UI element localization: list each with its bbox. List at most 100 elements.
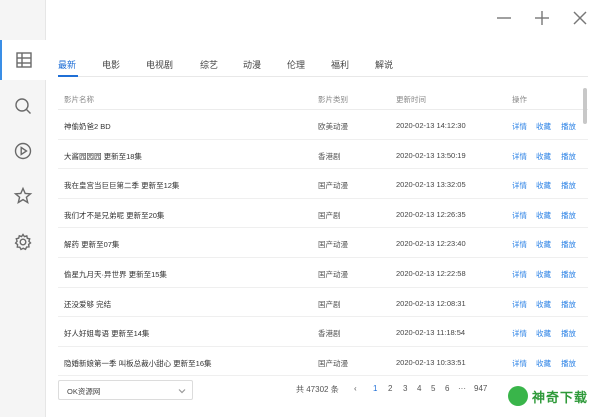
logo-mark xyxy=(508,386,528,406)
favorite-link[interactable]: 收藏 xyxy=(536,299,551,310)
header-action: 操作 xyxy=(512,95,527,104)
sidebar-item-list[interactable] xyxy=(0,40,46,80)
table-row[interactable]: 大酱园园园 更新至18集 香港剧 2020-02-13 13:50:19 详情 收藏 播放 xyxy=(58,140,588,170)
tab-latest[interactable]: 最新 xyxy=(58,58,76,71)
source-select-value: OK资源网 xyxy=(67,387,101,396)
video-updated-time: 2020-02-13 13:32:05 xyxy=(396,180,466,190)
video-table: 影片名称 影片类别 更新时间 操作 神偷奶爸2 BD 欧美动漫 2020-02-13… xyxy=(58,88,588,377)
video-title: 我们才不是兄弟呢 更新至20集 xyxy=(64,210,165,220)
video-title: 隐婚新娘第一季 叫板总裁小甜心 更新至16集 xyxy=(64,358,212,368)
favorite-link[interactable]: 收藏 xyxy=(536,269,551,280)
sidebar-item-settings[interactable] xyxy=(0,222,46,262)
detail-link[interactable]: 详情 xyxy=(512,328,527,339)
video-category: 国产剧 xyxy=(318,210,341,220)
detail-link[interactable]: 详情 xyxy=(512,358,527,369)
favorite-link[interactable]: 收藏 xyxy=(536,210,551,221)
table-row[interactable]: 好人好姐粤语 更新至14集 香港剧 2020-02-13 11:18:54 详情 收藏播… xyxy=(58,317,588,347)
sidebar-item-favorites[interactable] xyxy=(0,176,46,216)
header-name: 影片名称 xyxy=(64,95,94,104)
video-category: 国产动漫 xyxy=(318,181,348,191)
detail-link[interactable]: 详情 xyxy=(512,239,527,250)
table-row[interactable]: 神偷奶爸2 BD 欧美动漫 2020-02-13 14:12:30 详情 收藏 播放 xyxy=(58,110,588,140)
play-link[interactable]: 播放 xyxy=(561,358,576,369)
header-time: 更新时间 xyxy=(396,95,426,104)
search-icon xyxy=(15,98,31,114)
table-row[interactable]: 我在皇宫当巨巨第二季 更新至12集 国产动漫 2020-02-13 13:32:05… xyxy=(58,169,588,199)
video-category: 国产动漫 xyxy=(318,240,348,250)
sidebar-item-play[interactable] xyxy=(0,131,46,171)
video-title: 大酱园园园 更新至18集 xyxy=(64,151,142,161)
pagination-page-3[interactable]: 3 xyxy=(403,384,407,393)
tab-tv-series[interactable]: 电视剧 xyxy=(146,58,173,71)
scrollbar[interactable] xyxy=(583,88,587,358)
play-link[interactable]: 播放 xyxy=(561,299,576,310)
tab-welfare[interactable]: 福利 xyxy=(331,58,349,71)
video-category: 香港剧 xyxy=(318,151,341,161)
pagination-total: 共 47302 条 xyxy=(296,385,339,394)
pagination-page-last[interactable]: 947 xyxy=(474,384,487,393)
tab-ethics[interactable]: 伦理 xyxy=(287,58,305,71)
detail-link[interactable]: 详情 xyxy=(512,151,527,162)
detail-link[interactable]: 详情 xyxy=(512,210,527,221)
favorite-link[interactable]: 收藏 xyxy=(536,121,551,132)
close-button[interactable] xyxy=(568,8,592,28)
play-link[interactable]: 播放 xyxy=(561,269,576,280)
favorite-link[interactable]: 收藏 xyxy=(536,358,551,369)
favorite-link[interactable]: 收藏 xyxy=(536,328,551,339)
sidebar-item-search[interactable] xyxy=(0,86,46,126)
video-category: 国产动漫 xyxy=(318,269,348,279)
video-updated-time: 2020-02-13 11:18:54 xyxy=(396,328,466,338)
play-link[interactable]: 播放 xyxy=(561,151,576,162)
video-updated-time: 2020-02-13 12:23:40 xyxy=(396,239,466,249)
play-circle-icon xyxy=(14,142,32,160)
tab-commentary[interactable]: 解说 xyxy=(375,58,393,71)
play-link[interactable]: 播放 xyxy=(561,180,576,191)
logo-text: 神奇下载 xyxy=(532,390,589,405)
table-row[interactable]: 隐婚新娘第一季 叫板总裁小甜心 更新至16集 国产动漫 2020-02-13 10:… xyxy=(58,347,588,377)
pagination-page-1[interactable]: 1 xyxy=(373,384,377,393)
detail-link[interactable]: 详情 xyxy=(512,121,527,132)
pagination-ellipsis[interactable]: ··· xyxy=(458,384,466,393)
detail-link[interactable]: 详情 xyxy=(512,299,527,310)
pagination-page-2[interactable]: 2 xyxy=(388,384,392,393)
table-row[interactable]: 偷星九月天·异世界 更新至15集 国产动漫 2020-02-13 12:22:58 详… xyxy=(58,258,588,288)
table-row[interactable]: 我们才不是兄弟呢 更新至20集 国产剧 2020-02-13 12:26:35 详情收… xyxy=(58,199,588,229)
close-icon xyxy=(573,11,587,25)
play-link[interactable]: 播放 xyxy=(561,121,576,132)
pagination-page-6[interactable]: 6 xyxy=(445,384,449,393)
video-title: 神偷奶爸2 BD xyxy=(64,122,111,131)
category-tabs: 最新 电影 电视剧 综艺 动漫 伦理 福利 解说 xyxy=(58,55,588,77)
scrollbar-thumb[interactable] xyxy=(583,88,587,124)
video-title: 还没爱够 完结 xyxy=(64,299,112,309)
video-updated-time: 2020-02-13 12:22:58 xyxy=(396,268,466,278)
pagination-page-5[interactable]: 5 xyxy=(431,384,435,393)
chevron-down-icon xyxy=(178,389,186,394)
sidebar xyxy=(0,0,46,417)
video-category: 欧美动漫 xyxy=(318,122,348,131)
minimize-button[interactable] xyxy=(492,8,516,28)
video-updated-time: 2020-02-13 10:33:51 xyxy=(396,357,466,367)
play-link[interactable]: 播放 xyxy=(561,328,576,339)
favorite-link[interactable]: 收藏 xyxy=(536,180,551,191)
maximize-button[interactable] xyxy=(530,8,554,28)
video-updated-time: 2020-02-13 13:50:19 xyxy=(396,150,466,160)
table-row[interactable]: 还没爱够 完结 国产剧 2020-02-13 12:08:31 详情 收藏 播放 xyxy=(58,288,588,318)
favorite-link[interactable]: 收藏 xyxy=(536,239,551,250)
pagination-prev[interactable]: ‹ xyxy=(354,384,357,393)
pagination-page-4[interactable]: 4 xyxy=(417,384,421,393)
detail-link[interactable]: 详情 xyxy=(512,180,527,191)
active-tab-indicator xyxy=(58,75,78,77)
table-header: 影片名称 影片类别 更新时间 操作 xyxy=(58,88,588,110)
tab-variety[interactable]: 综艺 xyxy=(200,58,218,71)
favorite-link[interactable]: 收藏 xyxy=(536,151,551,162)
table-row[interactable]: 解药 更新至07集 国产动漫 2020-02-13 12:23:40 详情 收藏 播放 xyxy=(58,228,588,258)
video-category: 香港剧 xyxy=(318,329,341,339)
play-link[interactable]: 播放 xyxy=(561,210,576,221)
tab-movies[interactable]: 电影 xyxy=(102,58,120,71)
source-select[interactable]: OK资源网 xyxy=(58,380,193,400)
tab-anime[interactable]: 动漫 xyxy=(243,58,261,71)
video-updated-time: 2020-02-13 12:26:35 xyxy=(396,209,466,219)
video-title: 解药 更新至07集 xyxy=(64,240,120,250)
play-link[interactable]: 播放 xyxy=(561,239,576,250)
detail-link[interactable]: 详情 xyxy=(512,269,527,280)
